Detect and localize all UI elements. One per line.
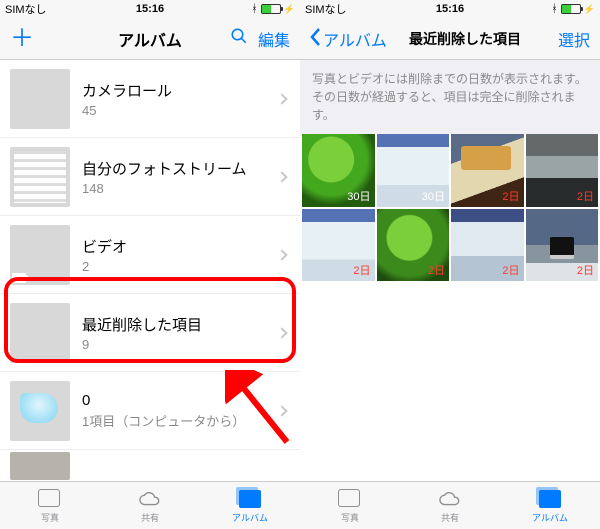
album-row-videos[interactable]: ビデオ 2 — [0, 216, 300, 294]
cloud-icon — [137, 488, 163, 510]
cloud-icon — [437, 488, 463, 510]
photo-cell[interactable]: 2日 — [451, 209, 524, 282]
info-text: 写真とビデオには削除までの日数が表示されます。その日数が経過すると、項目は完全に… — [300, 60, 600, 134]
album-name: 自分のフォトストリーム — [82, 158, 278, 179]
nav-bar: ＋ アルバム 編集 — [0, 18, 300, 60]
tab-bar: 写真 共有 アルバム — [300, 481, 600, 529]
add-album-button[interactable]: ＋ — [10, 27, 34, 51]
tab-bar: 写真 共有 アルバム — [0, 481, 300, 529]
status-time: 15:16 — [0, 3, 300, 15]
photo-grid[interactable]: 30日 30日 Macadamia2日 2日 2日 2日 2日 2日 — [300, 134, 600, 281]
battery-icon — [561, 4, 581, 14]
album-row-camera-roll[interactable]: カメラロール 45 — [0, 60, 300, 138]
album-row-recently-deleted[interactable]: 最近削除した項目 9 — [0, 294, 300, 372]
album-row-partial[interactable] — [0, 450, 300, 481]
album-count: 148 — [82, 181, 278, 196]
days-label: 2日 — [577, 262, 594, 278]
album-thumb — [10, 147, 70, 207]
back-label: アルバム — [323, 33, 387, 50]
album-count: 9 — [82, 337, 278, 352]
album-name: ビデオ — [82, 236, 278, 257]
days-label: 2日 — [353, 262, 370, 278]
edit-button[interactable]: 編集 — [258, 27, 290, 51]
tab-photos[interactable]: 写真 — [300, 482, 400, 529]
chevron-right-icon — [276, 171, 287, 182]
back-button[interactable]: アルバム — [310, 27, 387, 51]
album-row-synced[interactable]: 0 1項目（コンピュータから） — [0, 372, 300, 450]
tab-label: 共有 — [141, 511, 159, 524]
photo-cell[interactable]: 2日 — [377, 209, 450, 282]
photo-cell[interactable]: 2日 — [526, 209, 599, 282]
tab-label: 写真 — [41, 511, 59, 524]
album-name: カメラロール — [82, 80, 278, 101]
chevron-right-icon — [276, 249, 287, 260]
album-thumb — [10, 381, 70, 441]
tab-label: アルバム — [532, 511, 568, 524]
tab-photos[interactable]: 写真 — [0, 482, 100, 529]
photo-cell[interactable]: Macadamia2日 — [451, 134, 524, 207]
search-icon[interactable] — [230, 27, 248, 50]
tab-label: アルバム — [232, 511, 268, 524]
tab-albums[interactable]: アルバム — [500, 482, 600, 529]
album-thumb — [10, 225, 70, 285]
album-list[interactable]: カメラロール 45 自分のフォトストリーム 148 ビデオ 2 — [0, 60, 300, 481]
album-count: 2 — [82, 259, 278, 274]
album-name: 0 — [82, 392, 278, 409]
status-bar: SIMなし 15:16 ᚼ ⚡ — [0, 0, 300, 18]
days-label: 2日 — [428, 262, 445, 278]
album-count: 1項目（コンピュータから） — [82, 411, 278, 430]
days-label: 2日 — [502, 262, 519, 278]
days-label: 2日 — [577, 188, 594, 204]
photo-cell[interactable]: 30日 — [377, 134, 450, 207]
chevron-right-icon — [276, 93, 287, 104]
album-count: 45 — [82, 103, 278, 118]
album-name: 最近削除した項目 — [82, 314, 278, 335]
album-thumb — [10, 452, 70, 480]
nav-bar: アルバム 最近削除した項目 選択 — [300, 18, 600, 60]
tab-shared[interactable]: 共有 — [100, 482, 200, 529]
albums-screen: SIMなし 15:16 ᚼ ⚡ ＋ アルバム 編集 カメラロール 45 — [0, 0, 300, 529]
album-thumb — [10, 69, 70, 129]
photo-cell[interactable]: 2日 — [302, 209, 375, 282]
chevron-left-icon — [310, 28, 321, 51]
photos-icon — [40, 491, 60, 507]
video-icon — [12, 273, 26, 283]
tab-label: 共有 — [441, 511, 459, 524]
battery-icon — [261, 4, 281, 14]
tab-label: 写真 — [341, 511, 359, 524]
select-button[interactable]: 選択 — [558, 27, 590, 51]
albums-icon — [239, 490, 261, 508]
status-bar: SIMなし 15:16 ᚼ ⚡ — [300, 0, 600, 18]
status-time: 15:16 — [300, 3, 600, 15]
album-row-photostream[interactable]: 自分のフォトストリーム 148 — [0, 138, 300, 216]
chevron-right-icon — [276, 405, 287, 416]
days-label: 2日 — [502, 188, 519, 204]
photo-cell[interactable]: 30日 — [302, 134, 375, 207]
tab-albums[interactable]: アルバム — [200, 482, 300, 529]
days-label: 30日 — [422, 188, 445, 204]
tab-shared[interactable]: 共有 — [400, 482, 500, 529]
photos-icon — [340, 491, 360, 507]
chevron-right-icon — [276, 327, 287, 338]
album-thumb — [10, 303, 70, 363]
recently-deleted-screen: SIMなし 15:16 ᚼ ⚡ アルバム 最近削除した項目 選択 写真とビデオに… — [300, 0, 600, 529]
days-label: 30日 — [347, 188, 370, 204]
albums-icon — [539, 490, 561, 508]
photo-cell[interactable]: 2日 — [526, 134, 599, 207]
